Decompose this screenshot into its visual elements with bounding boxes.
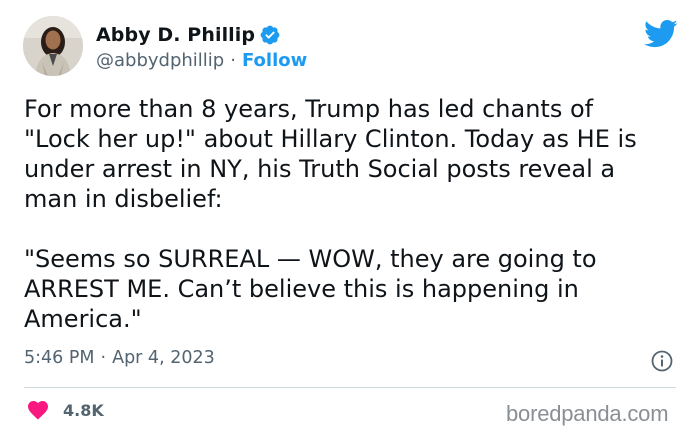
avatar[interactable] [23, 16, 83, 76]
follow-button[interactable]: Follow [242, 50, 307, 71]
tweet-date: Apr 4, 2023 [112, 348, 215, 368]
author-handle[interactable]: @abbydphillip [96, 50, 224, 71]
divider [24, 387, 676, 388]
twitter-bird-icon[interactable] [644, 19, 678, 49]
like-button[interactable]: 4.8K [26, 398, 104, 422]
tweet-time: 5:46 PM [24, 348, 95, 368]
author-display-name[interactable]: Abby D. Phillip [96, 24, 255, 46]
tweet-text: For more than 8 years, Trump has led cha… [24, 95, 637, 333]
verified-badge-icon [259, 24, 281, 46]
author-name-row: Abby D. Phillip [96, 22, 281, 48]
heart-icon [26, 398, 50, 422]
avatar-image [23, 16, 83, 76]
author-handle-row: @abbydphillip · Follow [96, 50, 307, 71]
separator-dot: · [100, 348, 107, 368]
tweet-timestamp[interactable]: 5:46 PM · Apr 4, 2023 [24, 348, 215, 368]
separator-dot: · [230, 50, 236, 71]
like-count: 4.8K [63, 400, 104, 420]
info-icon[interactable] [650, 349, 674, 373]
watermark-text: boredpanda.com [506, 401, 669, 426]
